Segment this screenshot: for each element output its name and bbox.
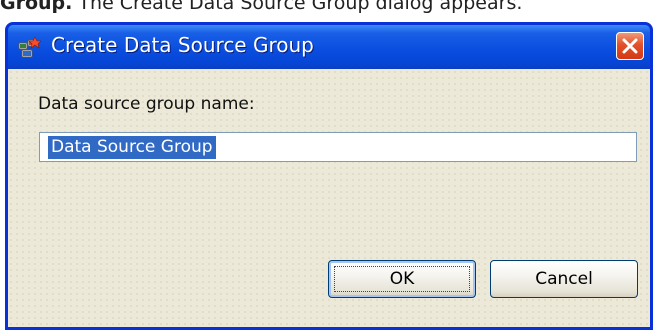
doc-text-bold: Group.: [0, 0, 73, 14]
dialog-titlebar[interactable]: Create Data Source Group: [8, 25, 650, 69]
ok-button-label: OK: [334, 266, 470, 292]
group-name-label: Data source group name:: [38, 94, 255, 114]
data-source-group-icon: [18, 37, 42, 58]
group-name-input[interactable]: Data Source Group: [39, 132, 637, 162]
doc-text-line: Group. The Create Data Source Group dial…: [0, 0, 522, 14]
close-icon: [622, 38, 638, 54]
ok-button[interactable]: OK: [328, 260, 476, 298]
dialog-body: Data source group name: Data Source Grou…: [8, 69, 650, 327]
dialog-title: Create Data Source Group: [51, 33, 314, 57]
doc-text: The Create Data Source Group dialog appe…: [72, 0, 523, 14]
cancel-button[interactable]: Cancel: [490, 260, 638, 298]
group-name-value: Data Source Group: [48, 136, 216, 159]
close-button[interactable]: [616, 32, 644, 60]
create-data-source-group-dialog: Create Data Source Group Data source gro…: [5, 22, 653, 330]
